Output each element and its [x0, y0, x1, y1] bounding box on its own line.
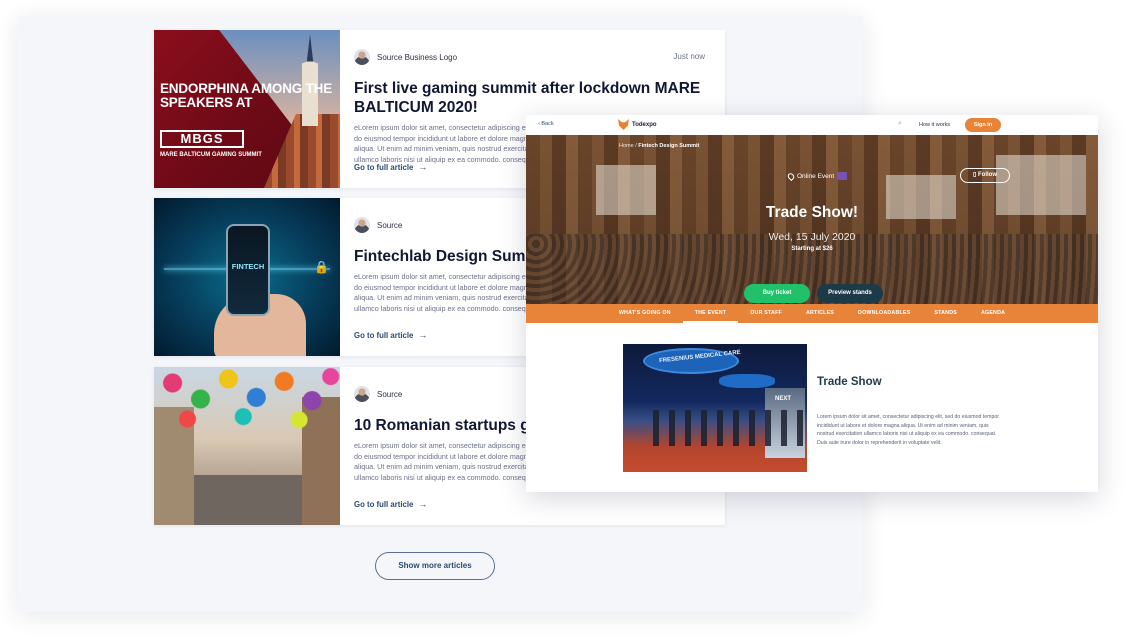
breadcrumb-home[interactable]: Home [619, 143, 634, 149]
full-article-link-label: Go to full article [354, 162, 414, 172]
image-people [653, 410, 803, 446]
breadcrumb-current: Fintech Design Summit [638, 143, 700, 149]
tab-the-event[interactable]: THE EVENT [682, 304, 739, 323]
article-excerpt: eLorem ipsum dolor sit amet, consectetur… [354, 123, 547, 164]
preview-stands-button[interactable]: Preview stands [817, 284, 883, 303]
location-pin-icon [786, 171, 796, 181]
thumbnail-phone-label: FINTECH [231, 262, 265, 271]
full-article-link-label: Go to full article [354, 499, 414, 509]
image-banner [719, 374, 775, 388]
event-hero: Home / Fintech Design Summit Online Even… [526, 135, 1098, 304]
source-avatar [354, 217, 370, 233]
source-name: Source [377, 389, 403, 399]
follow-label: Follow [977, 172, 997, 178]
event-top-nav: ‹ Back Todexpo ⌕ How it works Sign in [526, 115, 1098, 135]
arrow-right-icon: → [418, 162, 428, 172]
source-name: Source Business Logo [377, 52, 458, 62]
thumbnail-umbrellas [154, 367, 340, 447]
follow-button[interactable]: ▯ Follow [960, 168, 1010, 183]
section-text: Lorem ipsum dolor sit amet, consectetur … [817, 414, 999, 446]
mbgs-logo: MBGS [160, 130, 244, 148]
thumbnail-headline: ENDORPHINA AMONG THE SPEAKERS AT [160, 81, 333, 110]
article-source-row: Source Business Logo [354, 48, 705, 66]
thumbnail-street [194, 475, 302, 525]
search-icon[interactable]: ⌕ [898, 120, 902, 128]
brand-name: Todexpo [632, 121, 657, 128]
platform-badge-icon [837, 172, 848, 180]
arrow-right-icon: → [418, 330, 428, 340]
article-thumbnail[interactable]: ENDORPHINA AMONG THE SPEAKERS AT MBGS MA… [154, 30, 340, 188]
bookmark-icon: ▯ [973, 172, 977, 178]
event-tabs: WHAT'S GOING ON THE EVENT OUR STAFF ARTI… [526, 304, 1098, 323]
sign-in-button[interactable]: Sign in [965, 118, 1001, 132]
source-avatar [354, 386, 370, 402]
event-content: FRESENIUS MEDICAL CARE NEXT Trade Show L… [526, 323, 1098, 492]
source-name: Source [377, 220, 403, 230]
show-more-articles-button[interactable]: Show more articles [375, 552, 495, 580]
article-time: Just now [673, 52, 705, 61]
tab-our-staff[interactable]: OUR STAFF [738, 304, 794, 323]
hero-crowd [526, 234, 1098, 304]
tab-downloadables[interactable]: DOWNLOADABLES [846, 304, 922, 323]
how-it-works-link[interactable]: How it works [919, 122, 950, 128]
trade-show-image: FRESENIUS MEDICAL CARE NEXT [623, 344, 807, 472]
tab-agenda[interactable]: AGENDA [969, 304, 1017, 323]
article-title[interactable]: First live gaming summit after lockdown … [354, 79, 705, 117]
lock-icon: 🔒 [314, 260, 329, 274]
source-avatar [354, 49, 370, 65]
section-title: Trade Show [817, 376, 882, 388]
article-thumbnail[interactable]: FINTECH 🔒 [154, 198, 340, 356]
breadcrumb: Home / Fintech Design Summit [619, 143, 699, 149]
full-article-link[interactable]: Go to full article → [354, 162, 427, 172]
event-date: Wed, 15 July 2020 [768, 231, 856, 243]
image-stand-label: NEXT [775, 396, 792, 402]
event-location: Online Event [786, 171, 848, 181]
back-link[interactable]: ‹ Back [538, 121, 554, 127]
event-price: Starting at $26 [791, 246, 833, 252]
thumbnail-subtitle: MARE BALTICUM GAMING SUMMIT [160, 152, 262, 158]
tab-stands[interactable]: STANDS [922, 304, 969, 323]
fox-logo-icon [618, 119, 629, 130]
full-article-link[interactable]: Go to full article → [354, 499, 427, 509]
tab-whats-going-on[interactable]: WHAT'S GOING ON [607, 304, 683, 323]
event-title: Trade Show! [765, 204, 859, 221]
article-excerpt: eLorem ipsum dolor sit amet, consectetur… [354, 272, 547, 313]
brand-logo[interactable]: Todexpo [618, 119, 657, 130]
breadcrumb-separator: / [635, 143, 637, 149]
full-article-link[interactable]: Go to full article → [354, 330, 427, 340]
buy-ticket-button[interactable]: Buy ticket [744, 284, 810, 303]
tab-articles[interactable]: ARTICLES [794, 304, 846, 323]
arrow-right-icon: → [418, 499, 428, 509]
full-article-link-label: Go to full article [354, 330, 414, 340]
article-thumbnail[interactable] [154, 367, 340, 525]
article-excerpt: eLorem ipsum dolor sit amet, consectetur… [354, 441, 547, 482]
event-location-label: Online Event [797, 172, 835, 180]
event-page-panel: ‹ Back Todexpo ⌕ How it works Sign in Ho… [526, 115, 1098, 492]
